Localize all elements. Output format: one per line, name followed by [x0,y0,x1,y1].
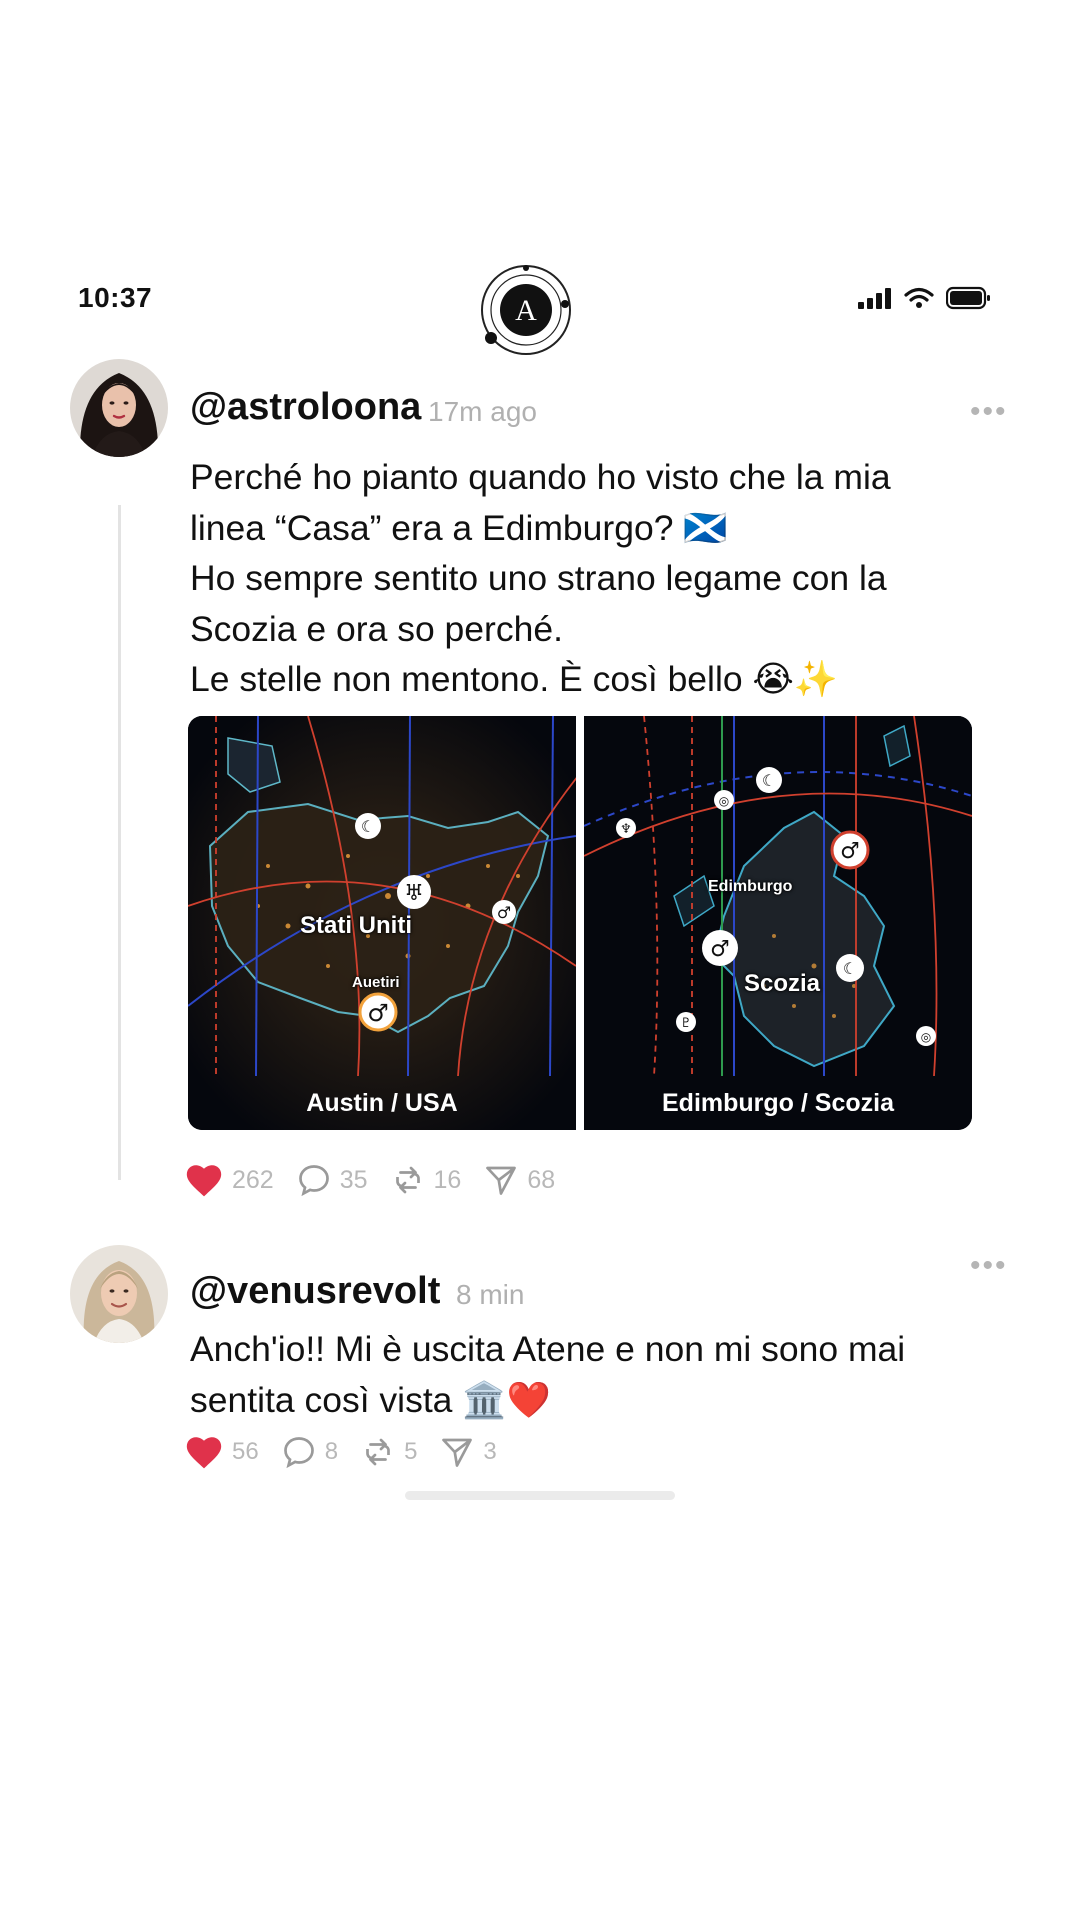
post-actions: 262 35 16 68 [184,1162,577,1198]
send-icon [442,1438,473,1467]
post-time: 17m ago [428,396,537,427]
logo-letter: A [515,294,537,327]
like-button[interactable]: 262 [184,1162,274,1198]
share-button[interactable]: 3 [439,1434,497,1470]
svg-text:☾: ☾ [843,959,857,978]
wifi-icon [904,287,934,308]
signal-icon [858,288,891,309]
post-line: sentita così vista 🏛️❤️ [190,1379,551,1420]
svg-text:♂: ♂ [497,903,511,922]
status-time: 10:37 [78,282,153,313]
home-indicator[interactable] [405,1491,675,1500]
repost-button[interactable]: 16 [390,1162,462,1198]
post-actions: 56 8 5 3 [184,1434,519,1470]
heart-icon [186,1165,222,1197]
avatar[interactable] [70,1245,168,1343]
like-count: 262 [232,1165,274,1194]
more-options-icon[interactable]: ••• [970,1251,1008,1281]
avatar[interactable] [70,359,168,457]
post-handle[interactable]: @venusrevolt [190,1270,440,1313]
repost-icon [395,1166,420,1194]
post-line: Scozia e ora so perché. [190,608,563,649]
post-line: Le stelle non mentono. È così bello 😭✨ [190,659,839,699]
post-body: Perché ho pianto quando ho visto che la … [190,452,1010,705]
send-icon [486,1166,517,1195]
post-time: 8 min [456,1279,525,1310]
svg-text:☾: ☾ [762,771,776,790]
like-button[interactable]: 56 [184,1434,259,1470]
app-logo-icon[interactable]: A [476,260,576,360]
comment-icon [283,1437,314,1469]
svg-text:◎: ◎ [719,794,729,808]
post-line: Ho sempre sentito uno strano legame con … [190,558,887,598]
repost-count: 16 [433,1165,462,1194]
map-caption: Austin / USA [306,1089,458,1117]
post-line: Perché ho pianto quando ho visto che la … [190,457,891,497]
comment-icon [298,1165,329,1197]
repost-button[interactable]: 5 [360,1434,417,1470]
repost-icon [366,1438,390,1466]
post-handle[interactable]: @astroloona [190,386,421,429]
status-bar: 10:37 A [0,265,1080,355]
repost-count: 5 [404,1438,418,1465]
comment-button[interactable]: 35 [296,1162,368,1198]
svg-text:♂: ♂ [840,839,860,864]
post-body: Anch'io!! Mi è uscita Atene e non mi son… [190,1324,1010,1425]
svg-text:◎: ◎ [921,1030,931,1044]
share-count: 3 [483,1438,497,1465]
comment-count: 8 [324,1438,339,1465]
more-options-icon[interactable]: ••• [970,397,1008,427]
post-line: Anch'io!! Mi è uscita Atene e non mi son… [190,1329,906,1369]
post-line: linea “Casa” era a Edimburgo? 🏴󠁧󠁢󠁳󠁣󠁴󠁿 [190,507,728,548]
svg-text:♂: ♂ [710,937,730,962]
heart-icon [186,1437,222,1469]
svg-text:☾: ☾ [361,817,375,836]
svg-text:♅: ♅ [404,881,424,906]
map-label: Edimburgo [708,878,793,895]
thread-line [118,505,121,1180]
post-media[interactable]: ☾ ♅ ♂ ♂ Stati Uniti Auetiri Austin / USA [188,716,972,1130]
map-label: Auetiri [352,974,400,991]
map-image-usa[interactable]: ☾ ♅ ♂ ♂ Stati Uniti Auetiri Austin / USA [188,716,576,1130]
comment-count: 35 [339,1165,368,1194]
comment-button[interactable]: 8 [281,1434,338,1470]
svg-text:♇: ♇ [680,1016,692,1031]
share-count: 68 [527,1165,556,1194]
status-icons [858,286,992,310]
like-count: 56 [232,1438,259,1465]
scotland-map-graphic: ☾ ◎ ♆ ♂ ♂ ☾ ♇ ◎ [584,716,972,1130]
map-label: Scozia [744,970,821,997]
svg-text:♆: ♆ [620,822,632,837]
battery-icon [946,286,990,310]
map-label: Stati Uniti [300,912,412,939]
map-caption: Edimburgo / Scozia [662,1089,894,1117]
svg-text:♂: ♂ [367,999,389,1027]
share-button[interactable]: 68 [483,1162,555,1198]
map-image-scotland[interactable]: ☾ ◎ ♆ ♂ ♂ ☾ ♇ ◎ Edimburgo Scozia Edimbur… [584,716,972,1130]
